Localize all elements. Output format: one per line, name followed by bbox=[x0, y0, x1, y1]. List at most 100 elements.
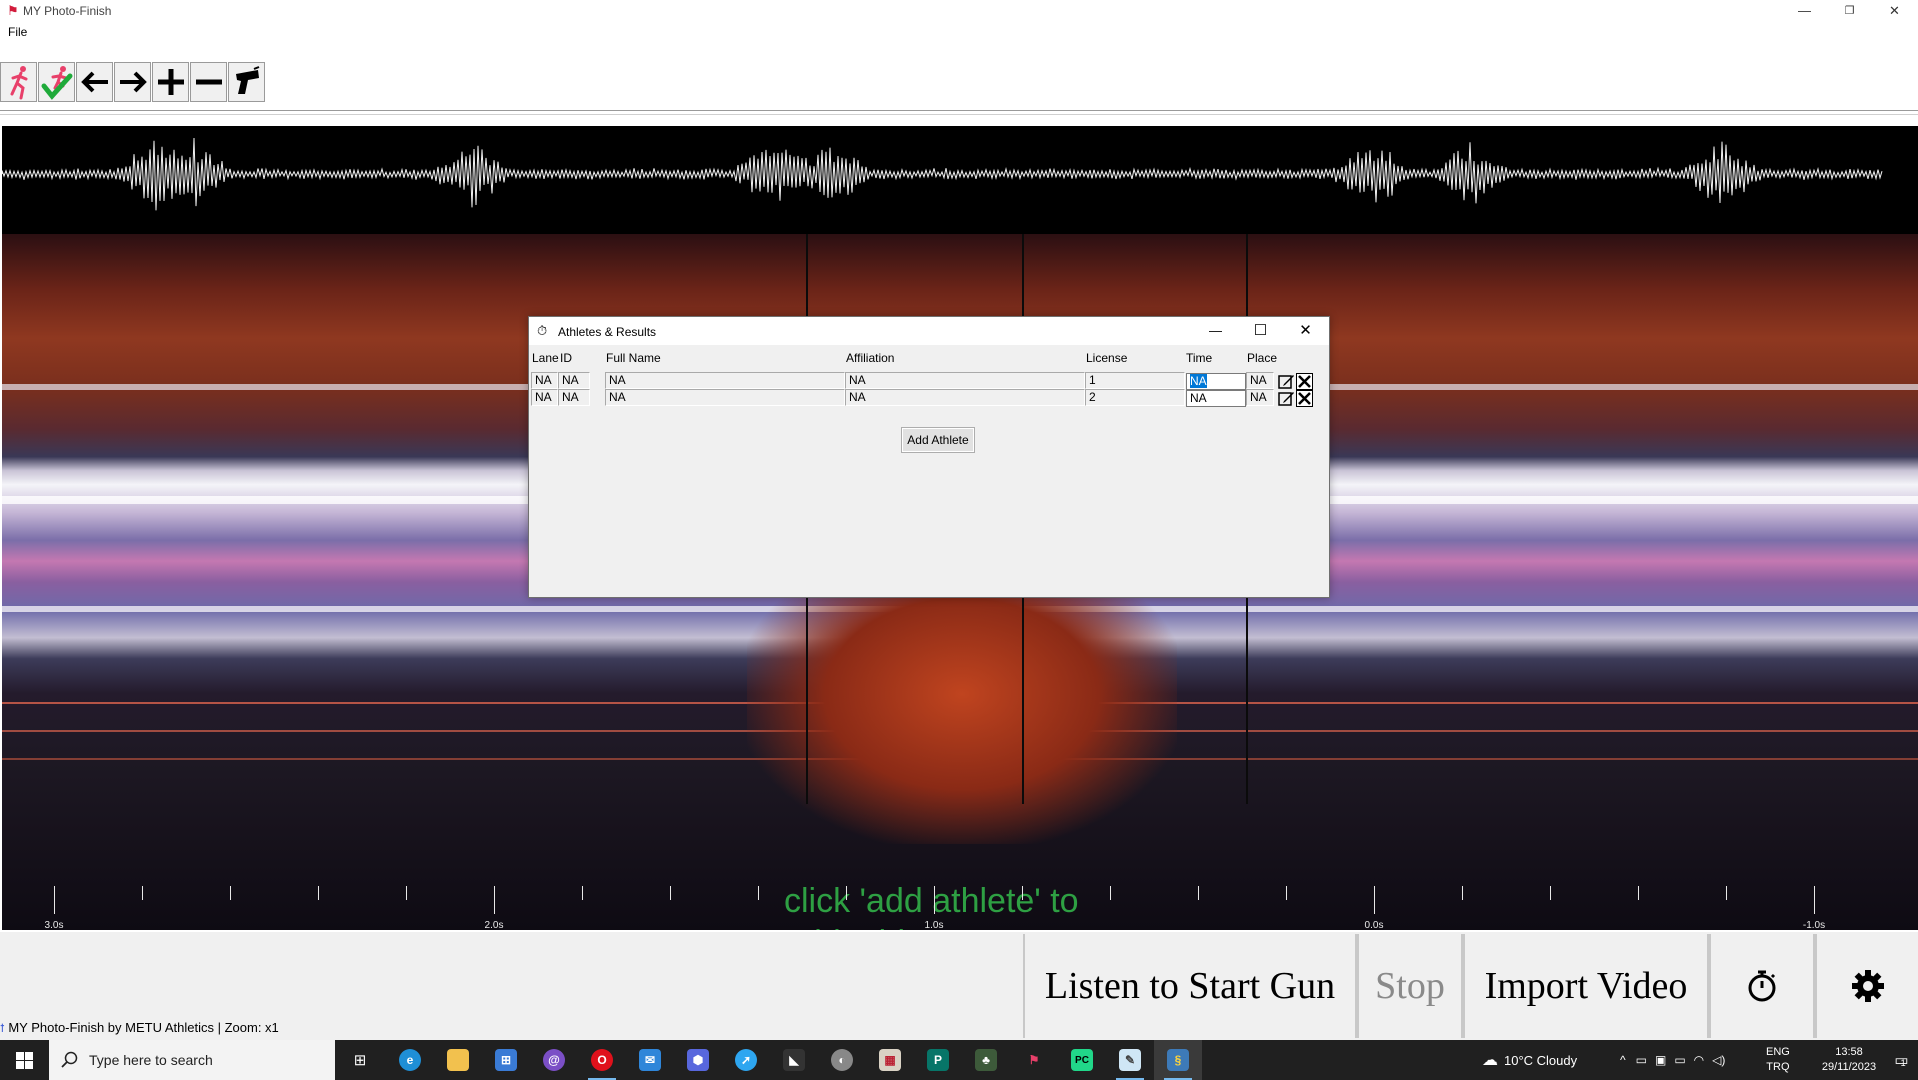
cell-place[interactable]: NA bbox=[1246, 389, 1274, 406]
wifi-icon: ◠ bbox=[1693, 1053, 1705, 1067]
time-axis: 3.0s 2.0s 1.0s 0.0s -1.0s bbox=[2, 860, 1918, 932]
python-icon: § bbox=[1167, 1049, 1189, 1071]
zoom-in-button[interactable] bbox=[152, 62, 189, 102]
disk-app[interactable]: ◐ bbox=[818, 1040, 866, 1080]
minus-icon bbox=[195, 79, 222, 85]
dialog-close-button[interactable]: ✕ bbox=[1283, 317, 1328, 345]
task-view-button[interactable]: ⊞ bbox=[336, 1040, 384, 1080]
cell-place[interactable]: NA bbox=[1246, 372, 1274, 389]
audio-waveform[interactable] bbox=[2, 126, 1918, 234]
opera-app[interactable]: O bbox=[578, 1040, 626, 1080]
cell-full-name[interactable]: NA bbox=[605, 372, 845, 389]
menu-file[interactable]: File bbox=[8, 25, 27, 39]
minor-tick bbox=[758, 886, 759, 900]
minor-tick bbox=[406, 886, 407, 900]
stopwatch-button[interactable] bbox=[1709, 934, 1815, 1038]
file-explorer-app[interactable] bbox=[434, 1040, 482, 1080]
cell-time-value: NA bbox=[1190, 374, 1207, 388]
start-button[interactable] bbox=[0, 1040, 48, 1080]
dialog-minimize-button[interactable]: — bbox=[1193, 317, 1238, 345]
toolbar-divider bbox=[0, 110, 1918, 111]
cell-id[interactable]: NA bbox=[558, 389, 590, 406]
cell-lane[interactable]: NA bbox=[531, 372, 558, 389]
column-header-affiliation: Affiliation bbox=[846, 351, 895, 365]
inkscape-icon: ◣ bbox=[783, 1049, 805, 1071]
store-app[interactable]: ⊞ bbox=[482, 1040, 530, 1080]
publisher-app[interactable]: P bbox=[914, 1040, 962, 1080]
import-video-button[interactable]: Import Video bbox=[1463, 934, 1709, 1038]
search-icon bbox=[61, 1051, 78, 1068]
close-button[interactable]: ✕ bbox=[1872, 0, 1917, 22]
edit-icon[interactable] bbox=[1278, 390, 1295, 407]
minor-tick bbox=[1638, 886, 1639, 900]
add-athlete-button[interactable]: Add Athlete bbox=[901, 427, 975, 453]
tray-icons[interactable]: ^ ▭ ▣ ▭ ◠ ◁) bbox=[1620, 1040, 1725, 1080]
waveform-path bbox=[2, 137, 1883, 211]
status-runner-icon: ꝉ bbox=[0, 1023, 5, 1035]
cell-affiliation[interactable]: NA bbox=[845, 372, 1085, 389]
restore-button[interactable]: ❐ bbox=[1827, 0, 1872, 22]
arrow-right-icon bbox=[119, 71, 147, 93]
inkscape-app[interactable]: ◣ bbox=[770, 1040, 818, 1080]
delete-icon[interactable] bbox=[1296, 390, 1313, 407]
back-button[interactable] bbox=[76, 62, 113, 102]
notifications-button[interactable]: ▭ 1 bbox=[1882, 1040, 1918, 1080]
minor-tick bbox=[1286, 886, 1287, 900]
minimize-button[interactable]: — bbox=[1782, 0, 1827, 22]
cell-full-name[interactable]: NA bbox=[605, 389, 845, 406]
column-header-place: Place bbox=[1247, 351, 1278, 365]
forward-button[interactable] bbox=[114, 62, 151, 102]
cell-license[interactable]: 1 bbox=[1085, 372, 1185, 389]
language-indicator[interactable]: ENG TRQ bbox=[1766, 1040, 1790, 1080]
cell-affiliation[interactable]: NA bbox=[845, 389, 1085, 406]
cell-license[interactable]: 2 bbox=[1085, 389, 1185, 406]
photo-finish-app[interactable]: ⚑ bbox=[1010, 1040, 1058, 1080]
plant-app[interactable]: ♣ bbox=[962, 1040, 1010, 1080]
cell-lane[interactable]: NA bbox=[531, 389, 558, 406]
search-placeholder: Type here to search bbox=[89, 1052, 213, 1068]
pycharm-app[interactable]: PC bbox=[1058, 1040, 1106, 1080]
column-header-id: ID bbox=[560, 351, 572, 365]
delete-icon[interactable] bbox=[1296, 373, 1313, 390]
minor-tick bbox=[230, 886, 231, 900]
weather-widget[interactable]: ☁ 10°C Cloudy bbox=[1482, 1040, 1577, 1080]
column-header-license: License bbox=[1086, 351, 1128, 365]
menu-bar: File bbox=[0, 22, 1918, 42]
python-app[interactable]: § bbox=[1154, 1040, 1202, 1080]
major-tick bbox=[54, 886, 55, 914]
settings-button[interactable] bbox=[1815, 934, 1918, 1038]
edit-icon[interactable] bbox=[1278, 373, 1295, 390]
pycharm-icon: PC bbox=[1071, 1049, 1093, 1071]
clock-time: 13:58 bbox=[1835, 1046, 1863, 1058]
stop-button[interactable]: Stop bbox=[1357, 934, 1463, 1038]
calendar-app[interactable]: ▦ bbox=[866, 1040, 914, 1080]
dialog-maximize-button[interactable]: ☐ bbox=[1238, 317, 1283, 345]
runner-blur bbox=[747, 594, 1177, 844]
minor-tick bbox=[1110, 886, 1111, 900]
runner-check-button[interactable] bbox=[38, 62, 75, 102]
stopwatch-icon: ⏱ bbox=[537, 323, 548, 338]
runner-button[interactable] bbox=[0, 62, 37, 102]
cell-time-input[interactable]: NA bbox=[1186, 373, 1246, 390]
runner-check-icon bbox=[41, 66, 72, 100]
chevron-up-icon: ^ bbox=[1620, 1053, 1626, 1067]
edge-app[interactable]: e bbox=[386, 1040, 434, 1080]
mail-app[interactable]: ✉ bbox=[626, 1040, 674, 1080]
tor-app[interactable]: @ bbox=[530, 1040, 578, 1080]
major-tick bbox=[1814, 886, 1815, 914]
listen-start-gun-button[interactable]: Listen to Start Gun bbox=[1023, 934, 1357, 1038]
major-tick bbox=[934, 886, 935, 914]
zoom-out-button[interactable] bbox=[190, 62, 227, 102]
paint-app[interactable]: ✎ bbox=[1106, 1040, 1154, 1080]
start-gun-button[interactable] bbox=[228, 62, 265, 102]
clock[interactable]: 13:58 29/11/2023 bbox=[1816, 1040, 1882, 1080]
cell-id[interactable]: NA bbox=[558, 372, 590, 389]
taskbar-search[interactable]: Type here to search bbox=[49, 1040, 335, 1080]
column-header-lane: Lane bbox=[532, 351, 559, 365]
compass-icon: ➚ bbox=[735, 1049, 757, 1071]
hex-app[interactable]: ⬢ bbox=[674, 1040, 722, 1080]
starter-pistol-icon bbox=[235, 66, 259, 94]
safari-app[interactable]: ➚ bbox=[722, 1040, 770, 1080]
minor-tick bbox=[1462, 886, 1463, 900]
cell-time-input[interactable]: NA bbox=[1186, 390, 1246, 407]
